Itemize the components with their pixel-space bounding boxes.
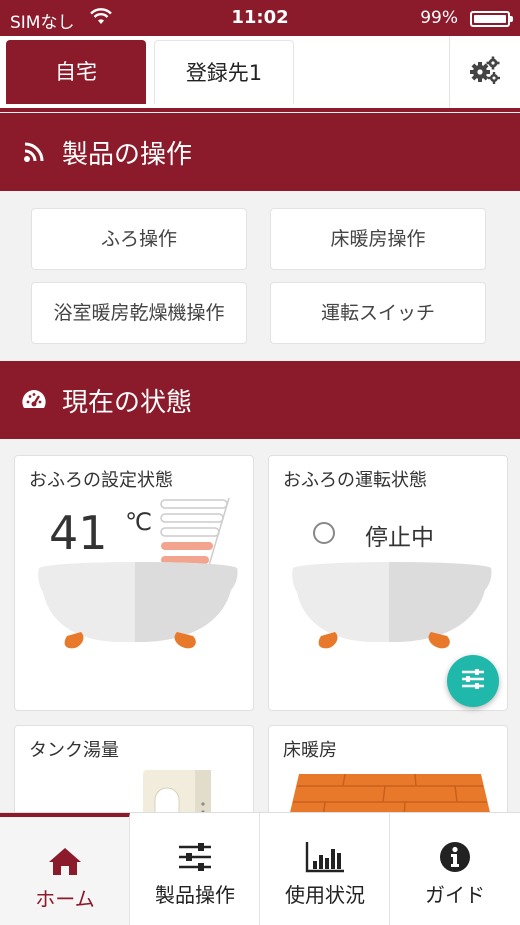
floor-heating-control-button[interactable]: 床暖房操作 (270, 208, 486, 270)
adjust-fab-button[interactable] (447, 655, 499, 707)
settings-button[interactable] (449, 36, 520, 108)
nav-home[interactable]: ホーム (0, 813, 130, 925)
battery-percent: 99% (420, 8, 458, 28)
location-tab-bar: 自宅 登録先1 (0, 36, 520, 112)
products-section-header: 製品の操作 (0, 113, 520, 191)
nav-usage-status-label: 使用状況 (285, 883, 365, 907)
sliders-icon (130, 839, 260, 875)
rss-icon (20, 138, 48, 166)
bathtub-icon (38, 562, 238, 649)
status-indicator (313, 522, 335, 544)
tab-home[interactable]: 自宅 (6, 40, 146, 104)
nav-product-control-label: 製品操作 (155, 883, 235, 907)
nav-guide-label: ガイド (425, 883, 485, 907)
bar-chart-icon (260, 839, 390, 875)
bath-temperature: 41 (49, 506, 108, 560)
bath-setting-title: おふろの設定状態 (29, 470, 173, 491)
floor-heating-title: 床暖房 (283, 740, 337, 761)
status-bar: SIMなし 11:02 99% (0, 0, 520, 36)
tab-underline (0, 108, 520, 112)
sliders-icon (460, 668, 486, 694)
tab-registered-1[interactable]: 登録先1 (154, 40, 294, 104)
gears-icon (469, 55, 501, 89)
info-icon (390, 839, 520, 875)
bath-running-status: 停止中 (365, 525, 434, 551)
gauge-icon (20, 386, 48, 414)
nav-usage-status[interactable]: 使用状況 (260, 813, 390, 925)
bathroom-dryer-control-button[interactable]: 浴室暖房乾燥機操作 (31, 282, 247, 344)
bottom-navigation: ホーム 製品操作 使用状況 ガイド (0, 812, 520, 925)
nav-home-label: ホーム (35, 887, 95, 911)
battery-icon (470, 11, 513, 27)
tank-level-title: タンク湯量 (29, 740, 119, 761)
bath-running-title: おふろの運転状態 (283, 470, 427, 491)
status-section-title: 現在の状態 (62, 387, 193, 418)
bathtub-icon (292, 562, 492, 649)
products-section-title: 製品の操作 (62, 139, 193, 170)
power-switch-button[interactable]: 運転スイッチ (270, 282, 486, 344)
status-section-header: 現在の状態 (0, 361, 520, 439)
bath-control-button[interactable]: ふろ操作 (31, 208, 247, 270)
temperature-unit: ℃ (125, 508, 152, 536)
home-icon (0, 843, 130, 879)
nav-guide[interactable]: ガイド (390, 813, 520, 925)
bath-setting-card[interactable]: おふろの設定状態 41 ℃ (14, 455, 254, 711)
nav-product-control[interactable]: 製品操作 (130, 813, 260, 925)
